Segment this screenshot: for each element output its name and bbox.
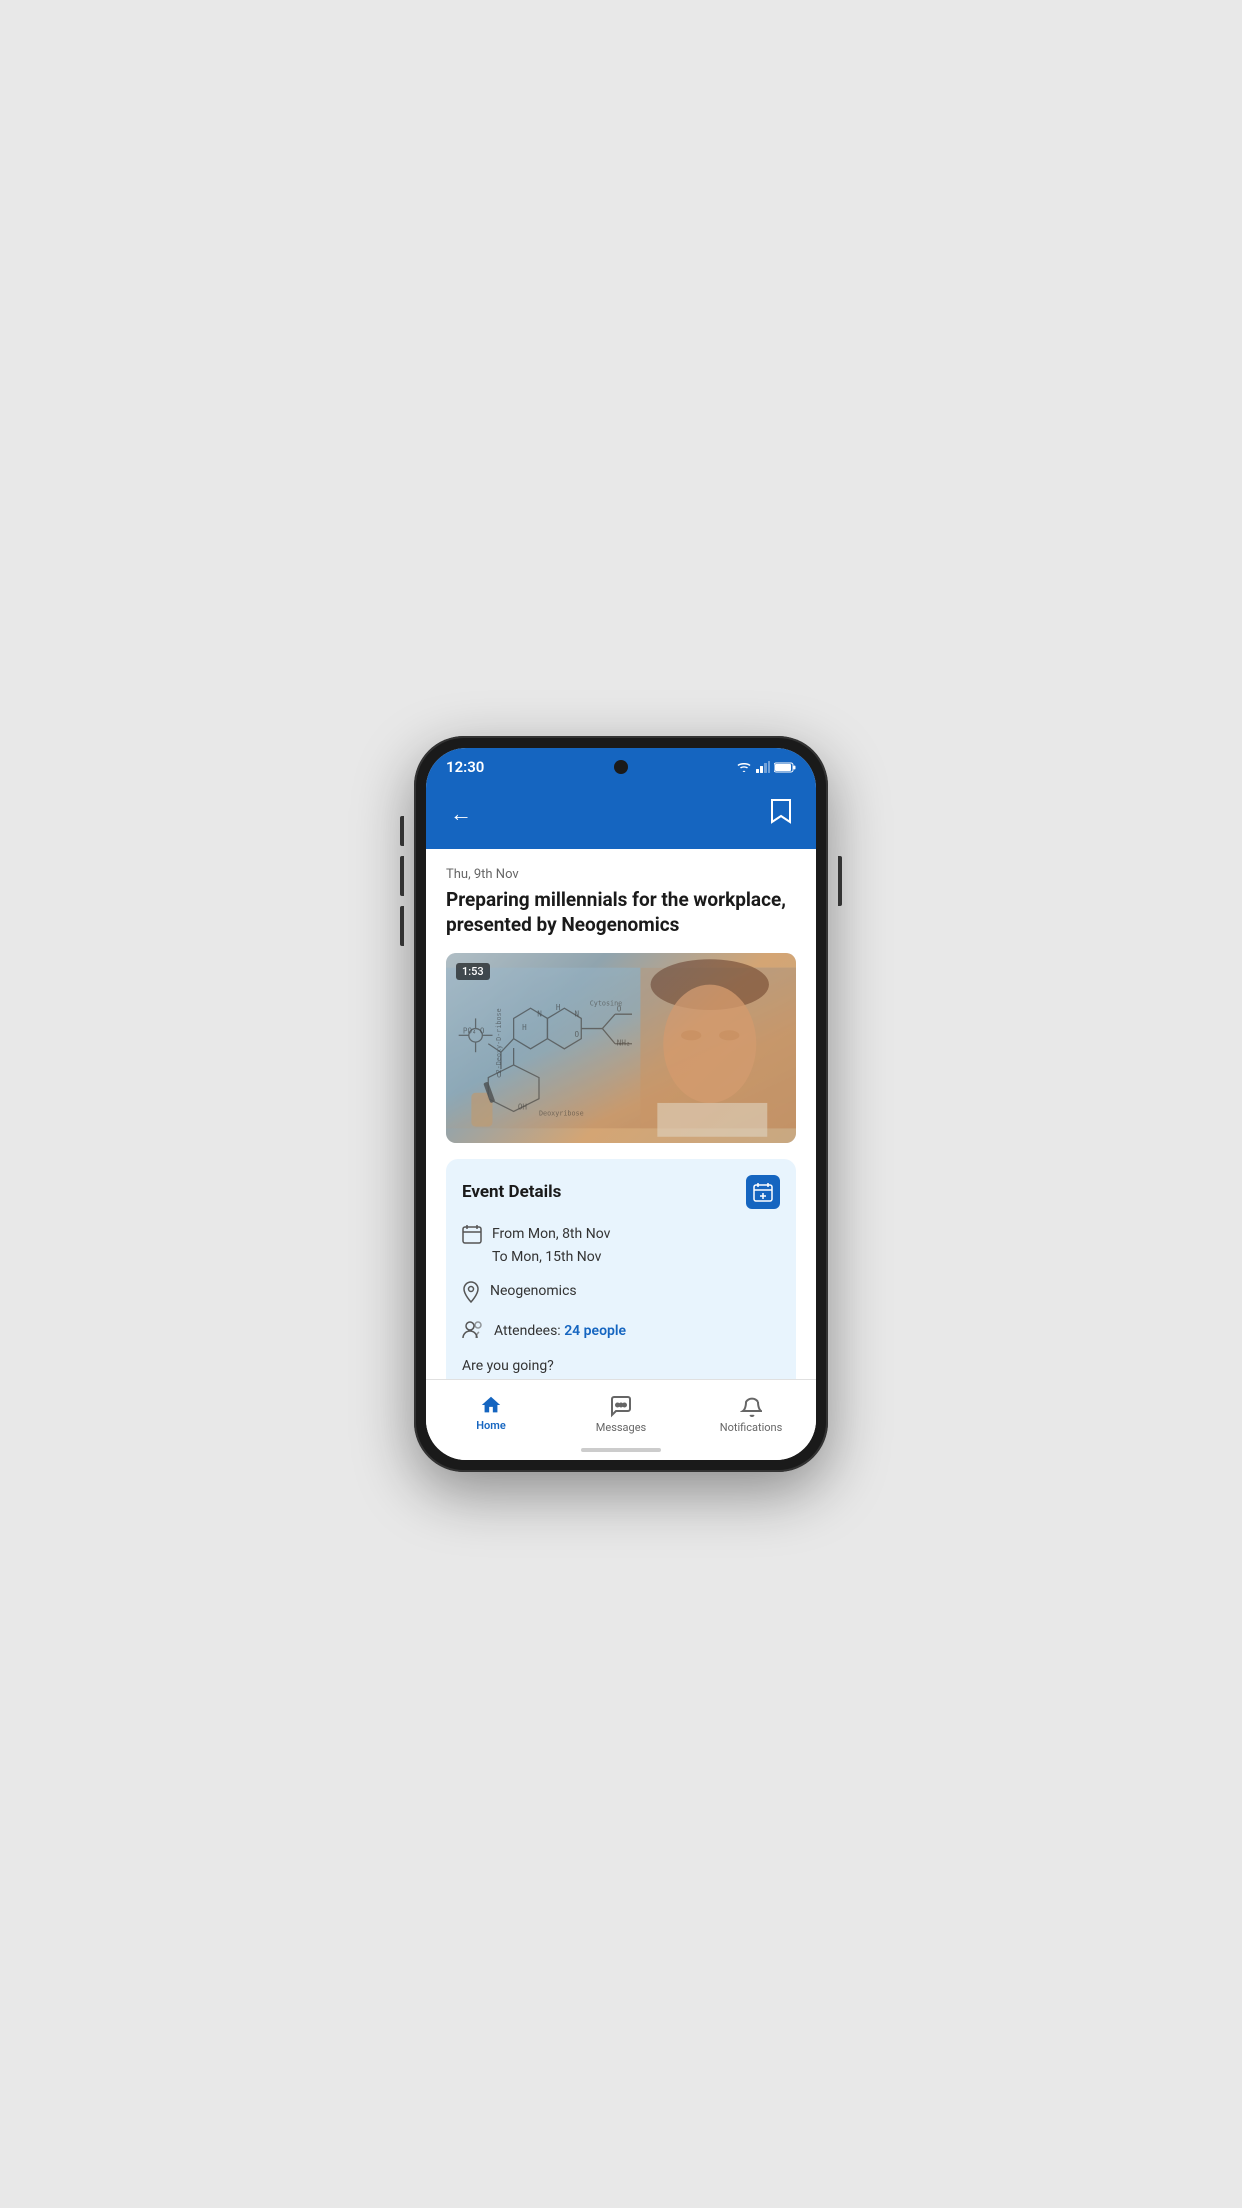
event-title: Preparing millennials for the workplace,…: [446, 888, 796, 937]
event-details-title: Event Details: [462, 1182, 561, 1202]
add-to-calendar-button[interactable]: [746, 1175, 780, 1209]
svg-text:2-Deoxy-D-ribose: 2-Deoxy-D-ribose: [495, 1009, 503, 1074]
event-dates-text: From Mon, 8th Nov To Mon, 15th Nov: [492, 1223, 610, 1268]
nav-messages-label: Messages: [596, 1421, 646, 1434]
main-content: Thu, 9th Nov Preparing millennials for t…: [426, 849, 816, 1379]
svg-text:O: O: [575, 1030, 580, 1039]
home-icon: [480, 1394, 502, 1416]
event-details-card: Event Details: [446, 1159, 796, 1379]
video-timestamp: 1:53: [456, 963, 490, 980]
header: ←: [426, 784, 816, 849]
event-from-date: From Mon, 8th Nov: [492, 1223, 610, 1245]
svg-text:OH: OH: [518, 1103, 528, 1112]
event-header: Thu, 9th Nov Preparing millennials for t…: [426, 849, 816, 949]
rsvp-section: Are you going? Yes No May be: [462, 1358, 780, 1379]
nav-home[interactable]: Home: [426, 1388, 556, 1440]
calendar-plus-icon: [753, 1182, 773, 1202]
battery-icon: [774, 762, 796, 773]
event-location-text: Neogenomics: [490, 1280, 577, 1302]
status-time: 12:30: [446, 758, 484, 776]
rsvp-question: Are you going?: [462, 1358, 780, 1374]
svg-text:PO₄: PO₄: [463, 1027, 477, 1036]
nav-home-label: Home: [476, 1419, 506, 1432]
location-icon: [462, 1281, 480, 1308]
event-attendees-row: Attendees: 24 people: [462, 1320, 780, 1344]
wifi-icon: [736, 761, 752, 773]
svg-text:N: N: [575, 1010, 580, 1019]
chemistry-overlay: H N H N O O PO₄ O OH O NH₂: [446, 953, 796, 1143]
home-indicator: [581, 1448, 661, 1452]
attendees-label: Attendees:: [494, 1323, 561, 1339]
svg-text:NH₂: NH₂: [617, 1039, 631, 1048]
event-details-header: Event Details: [462, 1175, 780, 1209]
event-date: Thu, 9th Nov: [446, 867, 796, 882]
calendar-icon: [462, 1224, 482, 1249]
svg-text:O: O: [480, 1027, 485, 1036]
nav-notifications-label: Notifications: [720, 1421, 783, 1434]
back-button[interactable]: ←: [446, 797, 476, 831]
nav-messages[interactable]: Messages: [556, 1388, 686, 1440]
notifications-icon: [740, 1394, 762, 1418]
event-dates-row: From Mon, 8th Nov To Mon, 15th Nov: [462, 1223, 780, 1268]
svg-text:Cytosine: Cytosine: [590, 1000, 623, 1008]
bookmark-button[interactable]: [766, 794, 796, 833]
status-icons: [736, 761, 796, 773]
bookmark-icon: [770, 798, 792, 824]
attendees-count: 24 people: [564, 1323, 626, 1339]
signal-icon: [756, 761, 770, 773]
event-attendees-text: Attendees: 24 people: [494, 1320, 626, 1342]
messages-icon: [609, 1394, 633, 1418]
svg-text:H: H: [522, 1024, 527, 1033]
event-location-row: Neogenomics: [462, 1280, 780, 1308]
video-thumbnail[interactable]: H N H N O O PO₄ O OH O NH₂: [446, 953, 796, 1143]
attendees-icon: [462, 1321, 484, 1344]
svg-text:Deoxyribose: Deoxyribose: [539, 1110, 584, 1118]
nav-notifications[interactable]: Notifications: [686, 1388, 816, 1440]
svg-text:N: N: [537, 1010, 542, 1019]
svg-text:H: H: [556, 1003, 561, 1012]
event-to-date: To Mon, 15th Nov: [492, 1246, 610, 1268]
